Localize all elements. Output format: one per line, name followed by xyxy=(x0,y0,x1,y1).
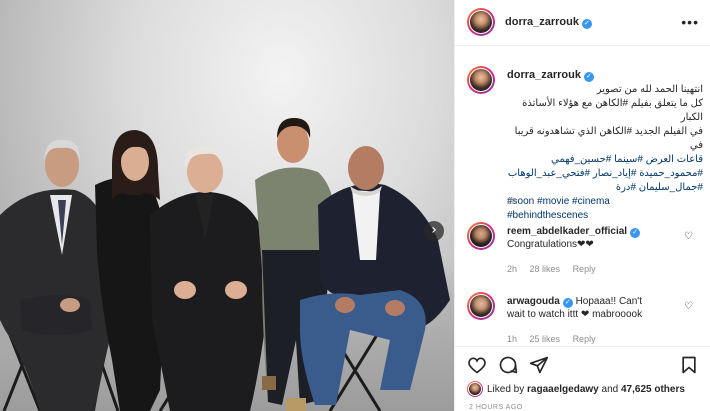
post-side-panel: dorra_zarrouk ✓ ••• dorra_zarrouk ✓ انتهين… xyxy=(454,0,710,411)
comment-text: wait to watch ittt ❤ mabrooook xyxy=(507,309,643,320)
likes-joiner: and xyxy=(601,384,619,395)
comment-likes[interactable]: 25 likes xyxy=(530,334,561,344)
caption-line[interactable]: قاعات العرض #سينما #حسين_فهمي xyxy=(507,153,703,167)
caption-line: في الفيلم الجديد #الكاهن الذي تشاهدونه ق… xyxy=(514,126,703,151)
liker-username[interactable]: ragaaelgedawy xyxy=(527,384,599,395)
likes-row: Liked by ragaaelgedawy and 47,625 others xyxy=(455,378,710,400)
person-1 xyxy=(0,139,112,411)
next-photo-button[interactable]: › xyxy=(424,221,444,241)
post-photo[interactable]: › xyxy=(0,0,454,411)
bookmark-icon[interactable] xyxy=(679,355,699,375)
comments-scroll-area[interactable]: dorra_zarrouk ✓ انتهينا الحمد لله من تصوي… xyxy=(455,47,710,345)
comment-likes[interactable]: 28 likes xyxy=(530,264,561,274)
comment-meta: 1h 25 likes Reply xyxy=(507,334,606,344)
caption-text: انتهينا الحمد لله من تصوير كل ما يتعلق ب… xyxy=(507,71,703,223)
liker-avatar[interactable] xyxy=(467,381,483,397)
like-comment-icon[interactable]: ♡ xyxy=(684,231,693,242)
likes-summary: Liked by ragaaelgedawy and 47,625 others xyxy=(487,384,685,395)
author-username-text[interactable]: dorra_zarrouk xyxy=(505,16,579,28)
comment-text: Hopaaa!! Can't xyxy=(575,296,642,307)
commenter-avatar[interactable] xyxy=(467,292,495,320)
comment-meta: 2h 28 likes Reply xyxy=(507,264,606,274)
comment-time: 2h xyxy=(507,264,518,274)
commenter-avatar[interactable] xyxy=(467,222,495,250)
caption-avatar[interactable] xyxy=(467,66,495,94)
commenter-username[interactable]: arwagouda xyxy=(507,296,560,307)
heart-icon[interactable] xyxy=(467,355,487,375)
more-options-icon[interactable]: ••• xyxy=(681,14,699,30)
caption-line[interactable]: #جمال_سليمان #درة xyxy=(507,181,703,195)
caption-time: 2h xyxy=(507,196,518,206)
post-action-bar xyxy=(455,346,710,376)
verified-icon: ✓ xyxy=(562,298,573,308)
author-avatar[interactable] xyxy=(467,8,495,36)
comment-body: arwagouda ✓ Hopaaa!! Can't wait to watch … xyxy=(507,295,677,321)
caption-line[interactable]: #محمود_حميدة #إياد_نصار #فتحي_عبد_الوهاب xyxy=(507,167,703,181)
hashtags-line[interactable]: #soon #movie #cinema xyxy=(507,195,703,209)
commenter-username[interactable]: reem_abdelkader_official xyxy=(507,226,627,237)
share-icon[interactable] xyxy=(529,355,549,375)
hashtags-line[interactable]: #behindthescenes xyxy=(507,209,703,223)
comment-body: reem_abdelkader_official ✓ Congratulation… xyxy=(507,225,677,251)
author-username[interactable]: dorra_zarrouk ✓ xyxy=(505,16,592,29)
person-3 xyxy=(150,145,268,411)
likes-prefix: Liked by xyxy=(487,384,525,395)
cast-group-photo xyxy=(0,118,450,411)
reply-button[interactable]: Reply xyxy=(573,334,596,344)
verified-icon: ✓ xyxy=(581,19,592,29)
reply-button[interactable]: Reply xyxy=(573,264,596,274)
like-comment-icon[interactable]: ♡ xyxy=(684,301,693,312)
post-header: dorra_zarrouk ✓ ••• xyxy=(455,0,710,46)
caption-line: انتهينا الحمد لله من تصوير xyxy=(596,84,703,95)
post-date: 2 HOURS AGO xyxy=(469,404,523,411)
caption-line: كل ما يتعلق بفيلم #الكاهن مع هؤلاء الأسا… xyxy=(522,98,703,123)
verified-icon: ✓ xyxy=(630,228,641,238)
comment-time: 1h xyxy=(507,334,518,344)
likes-count[interactable]: 47,625 others xyxy=(621,384,685,395)
comment-text: Congratulations❤❤ xyxy=(507,239,594,250)
comment-icon[interactable] xyxy=(498,355,518,375)
